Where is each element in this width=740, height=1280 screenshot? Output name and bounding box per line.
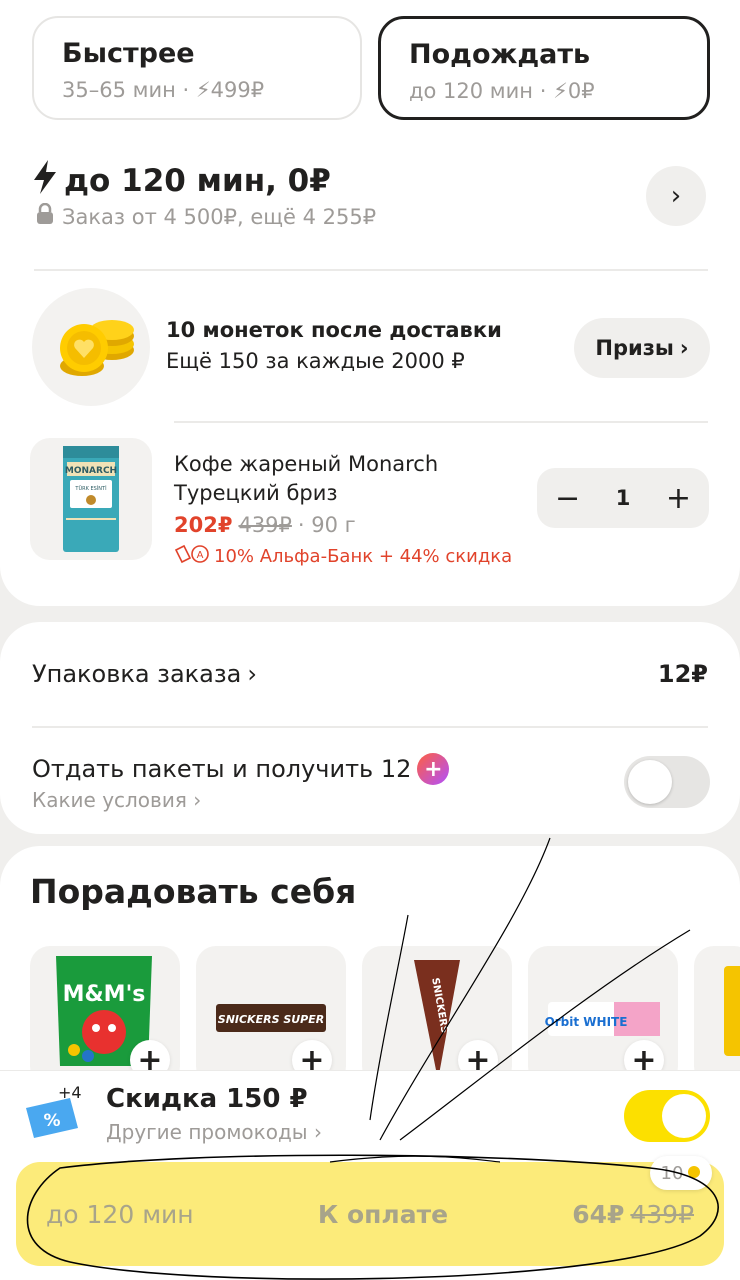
coins-count: 10 (660, 1162, 684, 1184)
product-name[interactable]: Кофе жареный Monarch Турецкий бриз (174, 450, 504, 508)
lock-icon (36, 202, 54, 230)
checkout-price: 64₽ 439₽ (572, 1200, 694, 1229)
lightning-icon (32, 160, 58, 202)
divider (32, 726, 708, 728)
checkout-price-new: 64₽ (572, 1199, 625, 1229)
promo-count-badge: +4 (58, 1083, 82, 1102)
svg-text:A: A (197, 550, 204, 561)
treat-item-partial[interactable] (694, 946, 740, 1086)
item-label: Orbit WHITE (545, 1015, 628, 1029)
conditions-text: Какие условия (32, 788, 187, 812)
treat-item-snickers-super[interactable]: SNICKERS SUPER + (196, 946, 346, 1086)
coins-image (32, 288, 150, 406)
plus-points-icon: + (417, 753, 450, 785)
delivery-option-subtitle: до 120 мин · ⚡0₽ (409, 75, 679, 107)
delivery-option-wait[interactable]: Подождать до 120 мин · ⚡0₽ (378, 16, 710, 120)
checkout-time: до 120 мин (46, 1199, 194, 1229)
treat-title: Порадовать себя (30, 872, 357, 911)
return-bags-label: Отдать пакеты и получить 12 + (32, 753, 450, 785)
quantity-stepper: − 1 + (537, 468, 709, 528)
conditions-link[interactable]: Какие условия › (32, 788, 201, 812)
dot-separator: · (539, 79, 547, 103)
lightning-icon: ⚡ (553, 79, 568, 103)
delivery-option-subtitle: 35–65 мин · ⚡499₽ (62, 74, 332, 106)
delivery-option-fast[interactable]: Быстрее 35–65 мин · ⚡499₽ (32, 16, 362, 120)
packing-link[interactable]: Упаковка заказа › (32, 660, 257, 688)
delivery-time: 35–65 мин (62, 78, 176, 102)
treat-item-mms[interactable]: M&M's + (30, 946, 180, 1086)
product-weight: · 90 г (297, 513, 356, 537)
price-new: 202₽ (174, 513, 233, 537)
divider (34, 269, 708, 271)
svg-text:%: % (43, 1111, 60, 1131)
min-order-text: Заказ от 4 500₽, ещё 4 255₽ (62, 204, 377, 229)
lightning-icon: ⚡ (195, 78, 211, 102)
coins-pill: 10 (650, 1156, 712, 1190)
checkout-price-old: 439₽ (630, 1199, 694, 1229)
product-image[interactable]: MONARCH TÜRK ESİNTİ (30, 438, 152, 560)
item-label: M&M's (63, 982, 146, 1007)
summary-text: до 120 мин, 0₽ (64, 163, 331, 199)
promo-title: Скидка 150 ₽ (106, 1084, 308, 1114)
delivery-option-title: Быстрее (62, 38, 195, 69)
promo-toggle[interactable] (624, 1090, 710, 1142)
package-subtitle-text: TÜRK ESİNTİ (74, 485, 106, 492)
treat-item-snickers-icecream[interactable]: SNICKERS + (362, 946, 512, 1086)
summary-details-button[interactable]: › (646, 166, 706, 226)
toggle-knob (628, 760, 672, 804)
chevron-right-icon: › (193, 788, 202, 812)
price-old: 439₽ (238, 513, 292, 537)
delivery-time: до 120 мин (409, 79, 534, 103)
prizes-button[interactable]: Призы › (574, 318, 710, 378)
divider (174, 421, 708, 423)
treat-item-orbit[interactable]: Orbit WHITE + (528, 946, 678, 1086)
delivery-fee: 0₽ (567, 79, 595, 103)
prizes-label: Призы (595, 336, 674, 360)
chevron-right-icon: › (679, 336, 689, 360)
packing-price: 12₽ (657, 660, 708, 688)
product-promo: A 10% Альфа-Банк + 44% скидка (174, 544, 512, 569)
package-brand-text: MONARCH (65, 466, 117, 476)
min-order-info: Заказ от 4 500₽, ещё 4 255₽ (36, 202, 377, 230)
delivery-summary-title: до 120 мин, 0₽ (32, 160, 331, 202)
return-bags-text: Отдать пакеты и получить 12 (32, 755, 412, 783)
coins-info-subtitle: Ещё 150 за каждые 2000 ₽ (166, 349, 465, 373)
other-promocodes-text: Другие промокоды (106, 1120, 308, 1144)
chevron-right-icon: › (313, 1120, 322, 1144)
promo-text: 10% Альфа-Банк + 44% скидка (214, 546, 513, 567)
minus-button[interactable]: − (555, 481, 580, 516)
quantity-value: 1 (615, 486, 631, 510)
delivery-option-title: Подождать (409, 39, 591, 70)
discount-ticket-icon: A (174, 544, 210, 569)
checkout-button[interactable]: до 120 мин К оплате 64₽ 439₽ (16, 1162, 724, 1266)
packing-label: Упаковка заказа (32, 660, 242, 688)
checkout-label: К оплате (317, 1199, 449, 1229)
chevron-right-icon: › (670, 181, 682, 211)
toggle-knob (662, 1094, 706, 1138)
product-price: 202₽ 439₽ · 90 г (174, 513, 356, 537)
chevron-right-icon: › (247, 660, 257, 688)
delivery-fee: 499₽ (210, 78, 265, 102)
other-promocodes-link[interactable]: Другие промокоды › (106, 1120, 322, 1144)
item-label: SNICKERS SUPER (218, 1013, 324, 1026)
return-bags-toggle[interactable] (624, 756, 710, 808)
coin-icon (687, 1163, 701, 1184)
coins-info-title: 10 монеток после доставки (166, 318, 502, 342)
dot-separator: · (182, 78, 190, 102)
plus-button[interactable]: + (666, 481, 691, 516)
